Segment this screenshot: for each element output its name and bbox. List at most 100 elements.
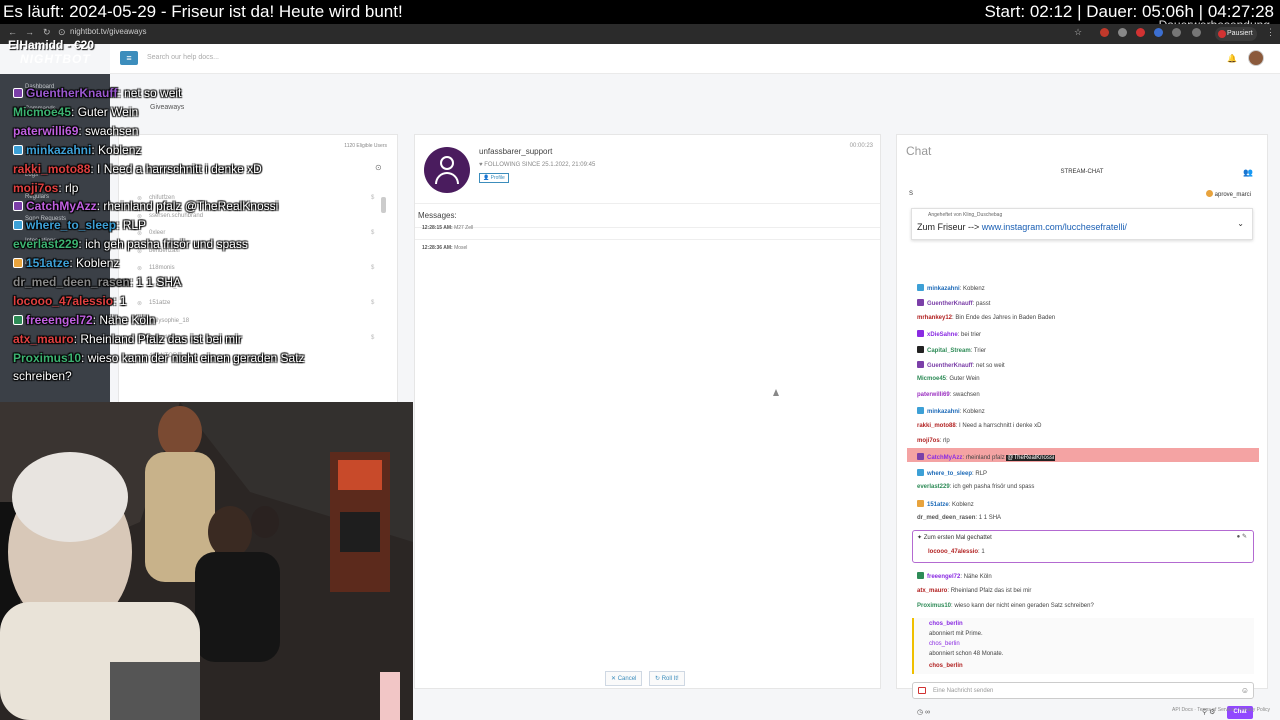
pinned-by: Angeheftet von Kling_Duschebag — [928, 212, 1003, 218]
overlay-chat-message: atx_mauro: Rheinland Pfalz das ist bei m… — [13, 331, 242, 346]
overlay-badge-icon — [13, 88, 23, 98]
chat-username[interactable]: freeengel72 — [927, 574, 960, 580]
overlay-username: dr_med_deen_rasen — [13, 275, 130, 289]
chat-text: Bin Ende des Jahres in Baden Baden — [955, 314, 1056, 321]
chat-message: where_to_sleep: RLP — [917, 468, 987, 477]
extension-icon[interactable] — [1154, 28, 1163, 37]
chat-username[interactable]: CatchMyAzz — [927, 455, 962, 461]
extensions-puzzle-icon[interactable] — [1172, 28, 1181, 37]
overlay-chat-message: moji7os: rlp — [13, 180, 79, 195]
chat-username[interactable]: xDieSahne — [927, 332, 958, 338]
chat-badge-icon — [917, 572, 924, 579]
stream-title: Es läuft: 2024-05-29 - Friseur ist da! H… — [3, 2, 403, 21]
overlay-chat-message: everlast229: ich geh pasha frisör und sp… — [13, 237, 248, 252]
chat-badge-icon — [917, 407, 924, 415]
user-remove-icon[interactable]: ⊗ — [137, 300, 142, 307]
bits-icon — [1205, 190, 1213, 197]
divider — [415, 227, 880, 228]
site-info-icon[interactable]: ⊙ — [58, 27, 66, 38]
chat-message: dr_med_deen_rasen: 1 1 SHA — [917, 515, 1001, 521]
overlay-chat-message: Micmoe45: Guter Wein — [13, 104, 139, 119]
reload-icon[interactable]: ↻ — [43, 27, 51, 38]
sidebar-icon[interactable] — [1192, 28, 1201, 37]
user-list-item[interactable]: 0xleer — [149, 230, 165, 236]
overlay-username: everlast229 — [13, 237, 79, 252]
user-dollar-icon: $ — [371, 300, 375, 306]
extension-icon[interactable] — [1136, 28, 1145, 37]
profile-button[interactable]: 👤 Profile — [479, 173, 509, 183]
chat-username[interactable]: dr_med_deen_rasen — [917, 515, 975, 521]
extension-icon[interactable] — [1118, 28, 1127, 37]
chat-panel: Chat STREAM-CHAT 👥 S aprove_marci minkaz… — [896, 134, 1268, 719]
user-remove-icon[interactable]: ⊗ — [137, 265, 142, 272]
overlay-chat-message: paterwilli69: swachsen — [13, 123, 139, 138]
back-icon[interactable]: ← — [8, 27, 17, 37]
chat-input[interactable]: Eine Nachricht senden ☺ — [912, 682, 1254, 699]
mention-tag[interactable]: @TheRealKnossi — [1006, 455, 1056, 462]
bookmark-star-icon[interactable]: ☆ — [1074, 27, 1082, 38]
users-icon[interactable]: 👥 — [1243, 168, 1253, 177]
overlay-badge-icon — [13, 201, 23, 212]
chat-username[interactable]: Proximus10 — [917, 603, 951, 609]
user-list-item[interactable]: 118monis — [149, 265, 175, 271]
chat-username[interactable]: atx_mauro — [917, 588, 947, 594]
chat-username[interactable]: where_to_sleep — [927, 471, 972, 477]
chat-username[interactable]: mrhankey12 — [917, 315, 952, 321]
webcam-feed — [0, 402, 413, 720]
following-since: ♥ FOLLOWING SINCE 25.1.2022, 21:09:45 — [479, 162, 596, 168]
mouse-cursor — [773, 389, 779, 396]
user-dollar-icon: $ — [371, 230, 375, 236]
overlay-username: Proximus10 — [13, 350, 82, 365]
overlay-username: atx_mauro — [13, 331, 74, 346]
chat-username[interactable]: Micmoe45 — [917, 376, 946, 382]
profile-paused-chip[interactable]: Pausiert — [1215, 27, 1257, 41]
chat-badge-icon — [917, 468, 924, 476]
chat-username[interactable]: paterwilli69 — [917, 392, 950, 398]
pinned-message[interactable]: Angeheftet von Kling_Duschebag Zum Frise… — [911, 208, 1253, 240]
overlay-text: rlp — [65, 180, 79, 195]
divider — [415, 239, 880, 240]
pinned-link[interactable]: www.instagram.com/lucchesefratelli/ — [982, 222, 1127, 232]
menu-toggle-button[interactable]: ≡ — [120, 51, 138, 65]
message-row: 12:28:36 AM: Mosel — [422, 245, 468, 251]
overlay-text: I Need a harrschnitt i denke xD — [97, 161, 262, 176]
chat-username[interactable]: Capital_Stream — [927, 348, 971, 354]
user-dollar-icon: $ — [371, 195, 375, 201]
bell-icon[interactable]: 🔔 — [1227, 54, 1237, 63]
browser-menu-icon[interactable]: ⋮ — [1266, 27, 1275, 38]
chat-username[interactable]: minkazahni — [927, 409, 960, 415]
chat-username[interactable]: 151atze — [927, 502, 949, 508]
chat-username[interactable]: moji7os — [917, 438, 940, 444]
overlay-text: RLP — [122, 218, 147, 233]
chat-badge-icon — [917, 284, 924, 291]
chevron-down-icon[interactable]: ⌄ — [1237, 219, 1244, 228]
profile-avatar — [1218, 30, 1226, 38]
footer-links[interactable]: API Docs · Terms of Service · Privacy Po… — [1172, 707, 1270, 713]
nightbot-topbar: ≡ Search our help docs... 🔔 — [110, 44, 1280, 74]
forward-icon[interactable]: → — [25, 27, 34, 37]
scrollbar[interactable] — [381, 197, 386, 213]
actions-icon[interactable]: ● ✎ — [1237, 533, 1247, 540]
address-bar[interactable]: nightbot.tv/giveaways — [70, 27, 147, 36]
user-list-item[interactable]: 151atze — [149, 300, 170, 306]
avatar[interactable] — [1248, 50, 1264, 66]
message-row: 12:28:15 AM: M27 Zell — [422, 225, 474, 231]
chat-message: GuentherKnauff: passt — [917, 299, 990, 307]
points-icon[interactable]: ◷ ∞ — [917, 708, 930, 716]
overlay-username: minkazahni — [26, 142, 92, 157]
extension-icon[interactable] — [1100, 28, 1109, 37]
settings-icon[interactable]: ⊙ — [375, 163, 382, 172]
chat-username[interactable]: minkazahni — [927, 286, 960, 292]
chat-username[interactable]: GuentherKnauff — [927, 301, 973, 307]
help-search-input[interactable]: Search our help docs... — [147, 54, 219, 61]
user-list-item[interactable]: ssersen.schuhbrand — [149, 213, 203, 219]
chat-username[interactable]: everlast229 — [917, 484, 950, 490]
emoji-icon[interactable]: ☺ — [1241, 686, 1249, 695]
overlay-chat-message: rakki_moto88: I Need a harrschnitt i den… — [13, 161, 262, 176]
cancel-button[interactable]: ✕ Cancel — [605, 671, 643, 686]
overlay-text: ich geh pasha frisör und spass — [85, 237, 248, 252]
roll-it-button[interactable]: ↻ Roll It! — [649, 671, 685, 686]
chat-username[interactable]: rakki_moto88 — [917, 423, 956, 429]
chat-username[interactable]: GuentherKnauff — [927, 363, 973, 369]
overlay-text: Guter Wein — [77, 104, 139, 119]
